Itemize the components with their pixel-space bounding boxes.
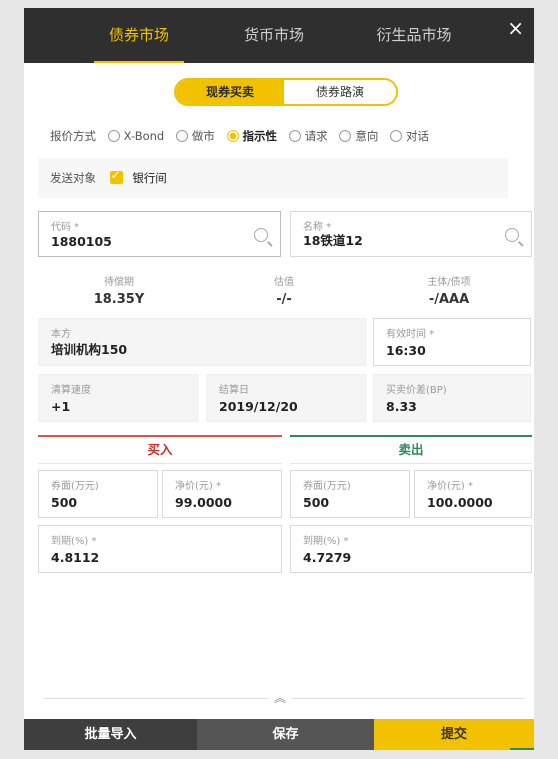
buy-face-value: 500 (51, 495, 78, 510)
sell-face-value: 500 (303, 495, 330, 510)
buy-yield-field[interactable]: 到期(%) * 4.8112 (38, 525, 282, 573)
buy-yield-value: 4.8112 (51, 550, 100, 565)
buy-price-caption: 净价(元) * (175, 481, 221, 492)
remaining-term-caption: 待偿期 (104, 277, 134, 288)
sell-face-amount-field[interactable]: 券面(万元) 500 (290, 470, 410, 518)
buy-face-caption: 券面(万元) (51, 481, 99, 492)
remaining-term: 待偿期 18.35Y (64, 273, 174, 307)
save-button[interactable]: 保存 (197, 719, 374, 750)
spread-field: 买卖价差(BP) 8.33 (373, 374, 531, 422)
sell-face-caption: 券面(万元) (303, 481, 351, 492)
radio-market-making-label: 做市 (191, 129, 215, 143)
search-icon[interactable] (505, 228, 519, 242)
name-field[interactable]: 名称 * 18铁道12 (290, 211, 532, 257)
action-bar: 批量导入 保存 提交 (24, 719, 534, 750)
valuation-value: -/- (276, 292, 292, 307)
sell-yield-caption: 到期(%) * (303, 536, 349, 547)
radio-intention[interactable] (339, 130, 352, 142)
buy-face-amount-field[interactable]: 券面(万元) 500 (38, 470, 158, 518)
name-value: 18铁道12 (303, 233, 363, 248)
market-tab-bar: 债券市场 货币市场 衍生品市场 × (24, 8, 534, 63)
buy-side-header: 买入 (38, 435, 282, 464)
radio-indicative-label: 指示性 (242, 129, 278, 143)
sell-yield-field[interactable]: 到期(%) * 4.7279 (290, 525, 532, 573)
buy-yield-caption: 到期(%) * (51, 536, 97, 547)
tab-money-market[interactable]: 货币市场 (219, 8, 329, 63)
bond-quote-panel: 债券市场 货币市场 衍生品市场 × 现券买卖 债券路演 报价方式 X-Bond … (24, 8, 534, 750)
remaining-term-value: 18.35Y (93, 292, 145, 307)
party-caption: 本方 (51, 329, 71, 340)
code-caption: 代码 * (51, 222, 80, 233)
send-target-label: 发送对象 (50, 171, 96, 185)
sell-yield-value: 4.7279 (303, 550, 352, 565)
interbank-checkbox[interactable] (109, 168, 123, 184)
party-value: 培训机构150 (51, 342, 128, 357)
settle-date-field: 结算日 2019/12/20 (206, 374, 366, 422)
send-target-row: 发送对象 银行间 (38, 158, 508, 198)
quote-mode-label: 报价方式 (50, 129, 96, 143)
radio-intention-label: 意向 (355, 129, 379, 143)
close-icon[interactable]: × (507, 18, 524, 38)
rating-caption: 主体/债项 (427, 277, 471, 288)
valid-time-field[interactable]: 有效时间 * 16:30 (373, 318, 531, 366)
radio-indicative[interactable] (226, 130, 239, 142)
sell-side-header: 卖出 (290, 435, 532, 464)
batch-import-button[interactable]: 批量导入 (24, 719, 197, 750)
radio-dialogue[interactable] (390, 130, 402, 142)
toggle-bond-roadshow[interactable]: 债券路演 (284, 80, 396, 104)
clearing-speed-caption: 清算速度 (51, 385, 91, 396)
code-field[interactable]: 代码 * 1880105 (38, 211, 281, 257)
valuation-caption: 估值 (274, 277, 294, 288)
search-icon[interactable] (254, 228, 268, 242)
settle-date-value: 2019/12/20 (219, 399, 298, 414)
settle-date-caption: 结算日 (219, 385, 249, 396)
rating: 主体/债项 -/AAA (384, 273, 514, 307)
valid-time-caption: 有效时间 * (386, 329, 435, 340)
quote-mode-row: 报价方式 X-Bond 做市 指示性 请求 意向 对话 (50, 128, 429, 144)
submit-underline (510, 748, 534, 750)
interbank-label: 银行间 (132, 171, 167, 185)
valid-time-value: 16:30 (386, 343, 426, 358)
buy-clean-price-field[interactable]: 净价(元) * 99.0000 (162, 470, 282, 518)
party-field: 本方 培训机构150 (38, 318, 366, 366)
trade-type-toggle: 现券买卖 债券路演 (174, 78, 398, 106)
radio-request[interactable] (288, 130, 301, 142)
radio-request-label: 请求 (304, 129, 328, 143)
double-chevron-up-icon[interactable]: ︽ (268, 691, 292, 705)
tab-bond-market[interactable]: 债券市场 (84, 8, 194, 63)
sell-price-caption: 净价(元) * (427, 481, 473, 492)
valuation: 估值 -/- (229, 273, 339, 307)
spread-value: 8.33 (386, 399, 417, 414)
radio-xbond[interactable] (107, 130, 120, 142)
radio-market-making[interactable] (175, 130, 188, 142)
buy-price-value: 99.0000 (175, 495, 232, 510)
spread-caption: 买卖价差(BP) (386, 385, 447, 396)
clearing-speed-value: +1 (51, 399, 71, 414)
clearing-speed-field: 清算速度 +1 (38, 374, 198, 422)
radio-xbond-label: X-Bond (123, 129, 165, 143)
sell-clean-price-field[interactable]: 净价(元) * 100.0000 (414, 470, 532, 518)
rating-value: -/AAA (428, 292, 470, 307)
submit-button[interactable]: 提交 (374, 719, 534, 750)
sell-price-value: 100.0000 (427, 495, 493, 510)
toggle-spot-trading[interactable]: 现券买卖 (176, 80, 284, 104)
radio-dialogue-label: 对话 (406, 129, 429, 143)
tab-derivatives-market[interactable]: 衍生品市场 (349, 8, 479, 63)
code-value: 1880105 (51, 234, 112, 249)
